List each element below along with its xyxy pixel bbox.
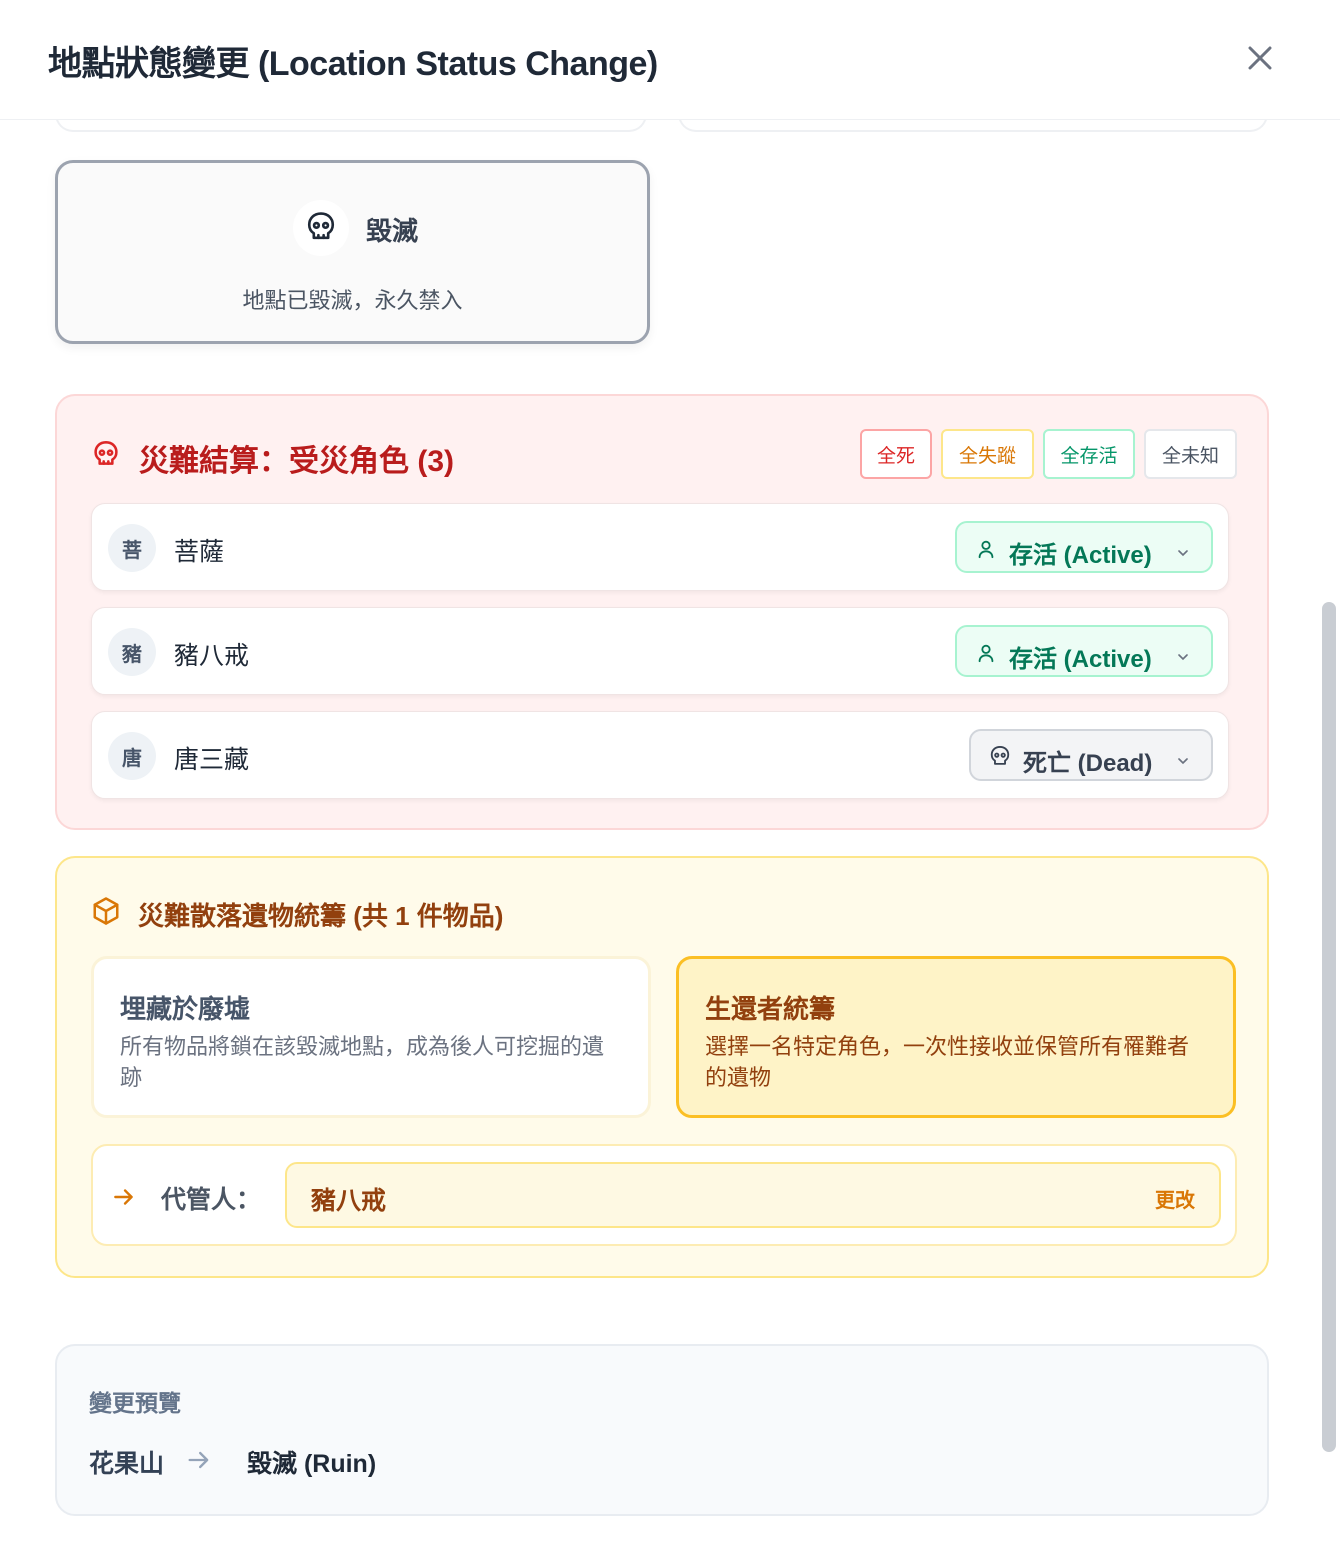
arrow-right-icon	[185, 1446, 213, 1479]
character-row: 菩 菩薩 存活 (Active)	[91, 503, 1229, 591]
user-icon	[975, 537, 997, 568]
character-state-select[interactable]: 存活 (Active)	[955, 625, 1213, 677]
avatar: 唐	[108, 732, 156, 780]
disaster-settlement-panel: 災難結算：受災角色 (3) 全死 全失蹤 全存活 全未知 菩 菩薩 存活 (Ac…	[55, 394, 1269, 830]
change-custodian-button[interactable]: 更改	[1155, 1184, 1195, 1213]
skull-icon	[293, 200, 349, 256]
character-name: 豬八戒	[174, 642, 250, 670]
character-state-label: 死亡 (Dead)	[1023, 750, 1153, 777]
arrow-right-icon	[111, 1184, 137, 1215]
set-all-dead-button[interactable]: 全死	[860, 429, 932, 479]
option-description: 選擇一名特定角色，一次性接收並保管所有罹難者的遺物	[705, 1034, 1190, 1090]
custodian-name: 豬八戒	[311, 1187, 387, 1215]
avatar: 菩	[108, 524, 156, 572]
option-title: 埋藏於廢墟	[120, 994, 251, 1024]
status-option-description: 地點已毀滅，永久禁入	[242, 288, 463, 313]
scrollbar[interactable]	[1322, 602, 1336, 1452]
status-option-label: 毀滅	[366, 216, 419, 246]
set-all-unknown-button[interactable]: 全未知	[1144, 429, 1237, 479]
modal-header: 地點狀態變更 (Location Status Change)	[0, 0, 1340, 120]
character-row: 豬 豬八戒 存活 (Active)	[91, 607, 1229, 695]
status-change-modal: 毀滅 地點已毀滅，永久禁入 災難結算：受災角色 (3) 全死 全失蹤 全存活 全…	[0, 0, 1340, 1550]
option-description: 所有物品將鎖在該毀滅地點，成為後人可挖掘的遺跡	[120, 1034, 605, 1090]
character-name: 菩薩	[174, 538, 225, 566]
skull-icon	[989, 745, 1011, 776]
relic-option-bury[interactable]: 埋藏於廢墟 所有物品將鎖在該毀滅地點，成為後人可挖掘的遺跡	[91, 956, 651, 1118]
disaster-title: 災難結算：受災角色 (3)	[139, 445, 454, 478]
character-state-label: 存活 (Active)	[1009, 542, 1152, 569]
character-state-label: 存活 (Active)	[1009, 646, 1152, 673]
character-row: 唐 唐三藏 死亡 (Dead)	[91, 711, 1229, 799]
skull-icon	[92, 440, 120, 475]
modal-title: 地點狀態變更 (Location Status Change)	[48, 45, 658, 83]
chevron-down-icon	[1175, 748, 1191, 776]
avatar: 豬	[108, 628, 156, 676]
chevron-down-icon	[1175, 540, 1191, 568]
user-icon	[975, 641, 997, 672]
close-icon[interactable]	[1240, 38, 1280, 78]
status-option-ruin[interactable]: 毀滅 地點已毀滅，永久禁入	[55, 160, 650, 344]
change-preview: 變更預覽 花果山 毀滅 (Ruin)	[55, 1344, 1269, 1516]
preview-title: 變更預覽	[89, 1390, 181, 1416]
option-title: 生還者統籌	[705, 994, 836, 1024]
custodian-row: 代管人： 豬八戒 更改	[91, 1144, 1237, 1246]
custodian-label: 代管人：	[161, 1186, 262, 1214]
relic-title: 災難散落遺物統籌 (共 1 件物品)	[138, 901, 504, 931]
character-state-select[interactable]: 存活 (Active)	[955, 521, 1213, 573]
package-icon	[91, 896, 121, 931]
preview-from: 花果山	[89, 1450, 165, 1478]
character-name: 唐三藏	[174, 746, 250, 774]
character-state-select[interactable]: 死亡 (Dead)	[969, 729, 1213, 781]
set-all-missing-button[interactable]: 全失蹤	[941, 429, 1034, 479]
relic-distribution-panel: 災難散落遺物統籌 (共 1 件物品) 埋藏於廢墟 所有物品將鎖在該毀滅地點，成為…	[55, 856, 1269, 1278]
set-all-alive-button[interactable]: 全存活	[1043, 429, 1135, 479]
preview-to: 毀滅 (Ruin)	[247, 1450, 377, 1478]
relic-option-survivor[interactable]: 生還者統籌 選擇一名特定角色，一次性接收並保管所有罹難者的遺物	[676, 956, 1236, 1118]
chevron-down-icon	[1175, 644, 1191, 672]
custodian-field[interactable]: 豬八戒 更改	[285, 1162, 1221, 1228]
